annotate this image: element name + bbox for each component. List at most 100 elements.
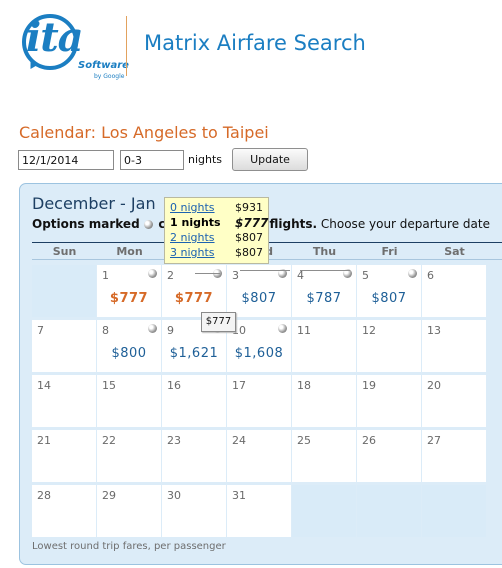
day-cell-15: 15	[97, 375, 161, 427]
logo-brand: ita	[26, 14, 84, 61]
weekday-thu: Thu	[312, 245, 337, 258]
popup-nights-option[interactable]: 2 nights	[170, 231, 215, 244]
nights-option-icon[interactable]	[408, 269, 417, 278]
day-cell-16: 16	[162, 375, 226, 427]
weekday-sun: Sun	[52, 245, 77, 258]
day-cell-31: 31	[227, 485, 291, 537]
day-number: 1	[102, 269, 109, 282]
ita-software-logo[interactable]: ita Software by Google	[18, 10, 140, 80]
logo-by-google: by Google	[94, 73, 125, 80]
day-cell-18: 18	[292, 375, 356, 427]
options-bold: flights.	[269, 217, 318, 231]
header-divider	[126, 16, 127, 76]
popup-option-row[interactable]: 0 nights $931	[165, 201, 268, 216]
popup-option-row[interactable]: 3 nights $807	[165, 246, 268, 261]
popup-nights-option[interactable]: 0 nights	[170, 201, 215, 214]
day-number: 17	[232, 379, 246, 392]
popup-nights-option: 1 nights	[170, 216, 221, 229]
day-number: 2	[167, 269, 174, 282]
empty-day-cell	[292, 485, 356, 537]
day-cell-14: 14	[32, 375, 96, 427]
day-number: 15	[102, 379, 116, 392]
day-cell-17: 17	[227, 375, 291, 427]
nights-option-icon	[144, 220, 154, 229]
weekday-sat: Sat	[444, 245, 465, 258]
day-price-link[interactable]: $807	[357, 291, 421, 306]
empty-day-cell	[32, 265, 96, 317]
day-cell-4[interactable]: 4 $787	[292, 265, 356, 317]
month-title: December - Jan	[32, 194, 156, 213]
day-cell-1[interactable]: 1 $777	[97, 265, 161, 317]
day-cell-7: 7	[32, 320, 96, 372]
day-price-link[interactable]: $800	[97, 346, 161, 361]
nights-option-icon[interactable]	[148, 324, 157, 333]
update-button[interactable]: Update	[232, 148, 308, 171]
day-price-link[interactable]: $1,608	[227, 346, 291, 361]
day-number: 22	[102, 434, 116, 447]
day-cell-5[interactable]: 5 $807	[357, 265, 421, 317]
day-cell-11: 11	[292, 320, 356, 372]
day-price-link[interactable]: $807	[227, 291, 291, 306]
day-cell-20: 20	[422, 375, 486, 427]
day-number: 3	[232, 269, 239, 282]
popup-option-row[interactable]: 2 nights $807	[165, 231, 268, 246]
day-price-link[interactable]: $1,621	[162, 346, 226, 361]
popup-option-price: $807	[235, 246, 263, 259]
day-number: 30	[167, 489, 181, 502]
day-number: 5	[362, 269, 369, 282]
nights-option-icon[interactable]	[148, 269, 157, 278]
weekday-fri: Fri	[381, 245, 398, 258]
day-cell-27: 27	[422, 430, 486, 482]
day-number: 12	[362, 324, 376, 337]
stay-range-line	[300, 270, 350, 271]
popup-option-price: $931	[235, 201, 263, 214]
day-cell-30: 30	[162, 485, 226, 537]
nights-range-field[interactable]	[120, 150, 184, 170]
day-number: 27	[427, 434, 441, 447]
day-cell-10[interactable]: 10 $1,608	[227, 320, 291, 372]
day-number: 18	[297, 379, 311, 392]
departure-date-field[interactable]	[18, 150, 114, 170]
day-cell-19: 19	[357, 375, 421, 427]
day-cell-12: 12	[357, 320, 421, 372]
day-number: 24	[232, 434, 246, 447]
day-number: 14	[37, 379, 51, 392]
popup-option-price: $777	[235, 216, 269, 230]
day-number: 23	[167, 434, 181, 447]
popup-option-row[interactable]: 1 nights $777	[165, 216, 268, 231]
empty-day-cell	[422, 485, 486, 537]
day-price-link[interactable]: $777	[97, 291, 161, 306]
day-price-link[interactable]: $787	[292, 291, 356, 306]
day-number: 25	[297, 434, 311, 447]
day-cell-24: 24	[227, 430, 291, 482]
day-price-link[interactable]: $777	[162, 291, 226, 306]
day-number: 11	[297, 324, 311, 337]
logo-software: Software	[78, 60, 129, 71]
stay-range-line	[195, 273, 220, 274]
day-cell-23: 23	[162, 430, 226, 482]
day-number: 31	[232, 489, 246, 502]
price-tooltip: $777	[201, 312, 236, 332]
nights-option-icon[interactable]	[278, 324, 287, 333]
day-number: 20	[427, 379, 441, 392]
day-cell-29: 29	[97, 485, 161, 537]
day-cell-28: 28	[32, 485, 96, 537]
day-cell-13: 13	[422, 320, 486, 372]
day-cell-26: 26	[357, 430, 421, 482]
day-number: 26	[362, 434, 376, 447]
day-number: 6	[427, 269, 434, 282]
nights-options-popup: 0 nights $931 1 nights $777 2 nights $807 3 ni…	[164, 197, 269, 264]
empty-day-cell	[357, 485, 421, 537]
day-cell-21: 21	[32, 430, 96, 482]
day-number: 16	[167, 379, 181, 392]
day-cell-3[interactable]: 3 $807	[227, 265, 291, 317]
popup-nights-option[interactable]: 3 nights	[170, 246, 215, 259]
day-cell-6: 6	[422, 265, 486, 317]
day-number: 13	[427, 324, 441, 337]
options-prefix: Options marked	[32, 217, 140, 231]
day-cell-8[interactable]: 8 $800	[97, 320, 161, 372]
weekday-mon: Mon	[116, 245, 143, 258]
route-heading: Calendar: Los Angeles to Taipei	[19, 123, 269, 142]
nights-label: nights	[188, 153, 223, 166]
day-number: 29	[102, 489, 116, 502]
